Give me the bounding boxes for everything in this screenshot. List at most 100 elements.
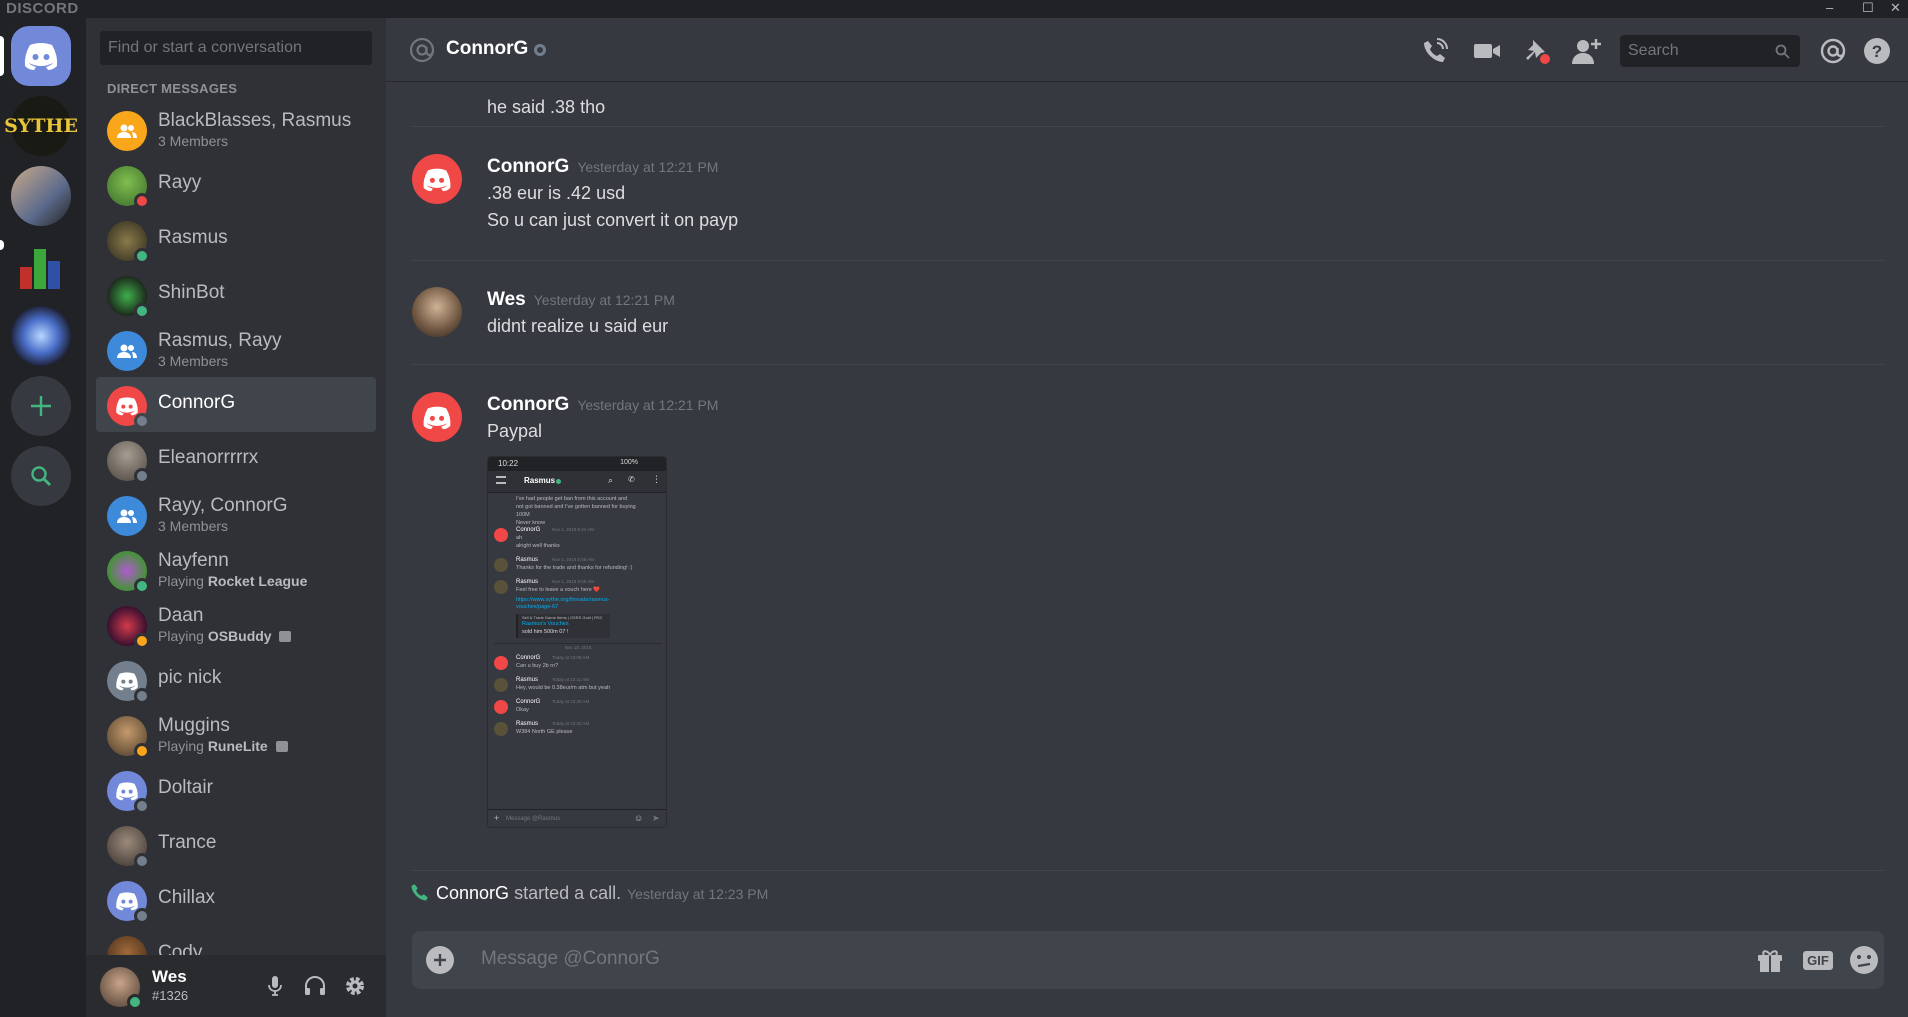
close-button[interactable]: ✕ [1890, 0, 1901, 16]
message-author[interactable]: ConnorG Yesterday at 12:21 PM [487, 394, 718, 416]
avatar [107, 551, 150, 594]
phone-avatar [494, 656, 508, 670]
dm-item[interactable]: Rayy, ConnorG 3 Members [96, 487, 376, 542]
dm-item[interactable]: Eleanorrrrrx [96, 432, 376, 487]
server-list: SYTHE [0, 18, 86, 1017]
dm-subtitle: 3 Members [158, 133, 229, 149]
user-settings-button[interactable] [342, 973, 368, 999]
dm-item[interactable]: Nayfenn Playing Rocket League [96, 542, 376, 597]
dm-name: Chillax [158, 887, 216, 908]
dm-item[interactable]: Rasmus [96, 212, 376, 267]
dm-item[interactable]: Chillax [96, 872, 376, 927]
phone-text: Thanks for the trade and thanks for refu… [516, 565, 633, 571]
message-avatar[interactable] [412, 392, 462, 442]
gear-icon [346, 977, 364, 995]
dm-item[interactable]: Doltair [96, 762, 376, 817]
dm-item[interactable]: Rayy [96, 157, 376, 212]
dm-item[interactable]: ShinBot [96, 267, 376, 322]
dm-name: Rayy, ConnorG [158, 495, 288, 516]
dm-item[interactable]: Rasmus, Rayy 3 Members [96, 322, 376, 377]
minimize-button[interactable]: ‒ [1826, 0, 1833, 15]
server-3[interactable] [11, 166, 71, 226]
phone-text: ah [516, 535, 523, 541]
plus-icon [31, 396, 51, 416]
user-panel: Wes #1326 [86, 955, 386, 1017]
avatar [107, 166, 150, 209]
home-button[interactable] [11, 26, 71, 86]
add-friend-to-dm-button[interactable] [1572, 36, 1602, 66]
dm-name: ShinBot [158, 282, 225, 303]
dm-activity: Playing OSBuddy [158, 628, 292, 644]
find-conversation-input[interactable]: Find or start a conversation [100, 31, 372, 65]
message-timestamp: Yesterday at 12:21 PM [577, 397, 719, 413]
dm-item[interactable]: Daan Playing OSBuddy [96, 597, 376, 652]
plus-icon [434, 954, 446, 966]
group-avatar [107, 111, 147, 151]
microphone-icon [268, 976, 282, 996]
dm-item[interactable]: Muggins Playing RuneLite [96, 707, 376, 762]
image-attachment[interactable]: 10:22 100% Rasmus ⌕ ✆ ⋮ I've had people … [487, 456, 667, 828]
gif-button[interactable]: GIF [1802, 944, 1834, 976]
emoji-icon [1850, 946, 1878, 974]
phone-avatar [494, 580, 508, 594]
online-status-icon [134, 248, 150, 264]
message-avatar[interactable] [412, 154, 462, 204]
phone-time: Today at 10:08 AM [552, 655, 590, 660]
help-button[interactable]: ? [1862, 36, 1892, 66]
dnd-status-icon [134, 193, 150, 209]
app-brand: DISCORD [6, 0, 79, 17]
mentions-button[interactable] [1818, 36, 1848, 66]
start-video-call-button[interactable] [1472, 36, 1502, 66]
mute-button[interactable] [262, 973, 288, 999]
phone-avatar [494, 700, 508, 714]
phone-text: W384 North GE please [516, 729, 573, 735]
message-divider [412, 260, 1884, 261]
server-5[interactable] [11, 306, 71, 366]
upload-button[interactable] [426, 946, 454, 974]
phone-text: Hey, would be 0.38eur/m atm but yeah [516, 685, 611, 691]
phone-author: Rasmus [516, 677, 539, 683]
user-avatar[interactable] [100, 967, 143, 1010]
deafen-button[interactable] [302, 973, 328, 999]
message-author[interactable]: Wes Yesterday at 12:21 PM [487, 289, 675, 311]
phone-composer: + Message @Rasmus ☺ ➤ [488, 809, 666, 827]
message-divider [412, 364, 1884, 365]
phone-text: Can u buy 2b rn? [516, 663, 559, 669]
add-server-button[interactable] [11, 376, 71, 436]
server-4[interactable] [11, 236, 71, 296]
phone-call-icon [1424, 38, 1448, 62]
avatar [107, 716, 150, 759]
server-sythe[interactable]: SYTHE [4, 96, 78, 156]
phone-time: Today at 10:20 AM [552, 721, 590, 726]
message-timestamp: Yesterday at 12:21 PM [577, 159, 719, 175]
dm-item[interactable]: BlackBlasses, Rasmus 3 Members [96, 102, 376, 157]
dm-item[interactable]: Trance [96, 817, 376, 872]
call-author[interactable]: ConnorG [436, 883, 509, 903]
avatar [107, 661, 150, 704]
explore-servers-button[interactable] [11, 446, 71, 506]
maximize-button[interactable]: ☐ [1862, 0, 1874, 16]
discord-logo-icon [116, 397, 138, 416]
message-author[interactable]: ConnorG Yesterday at 12:21 PM [487, 156, 718, 178]
message-avatar[interactable] [412, 287, 462, 337]
dm-item[interactable]: Cody [96, 927, 376, 958]
message-list: he said .38 tho ConnorG Yesterday at 12:2… [386, 82, 1908, 918]
dm-subtitle: 3 Members [158, 353, 229, 369]
start-voice-call-button[interactable] [1420, 36, 1450, 66]
dm-name: Trance [158, 832, 217, 853]
message-content: So u can just convert it on payp [487, 210, 739, 230]
avatar [107, 606, 150, 649]
chat-area: ConnorG Search ? he said .38 tho ConnorG… [386, 18, 1908, 1017]
dm-item-connorg[interactable]: ConnorG [96, 377, 376, 432]
message-composer[interactable]: Message @ConnorG GIF [412, 931, 1884, 989]
offline-status-icon [534, 44, 546, 56]
dm-name: Nayfenn [158, 550, 229, 571]
header-search-input[interactable]: Search [1620, 35, 1800, 67]
emoji-button[interactable] [1848, 944, 1880, 976]
chart-logo-icon [20, 249, 60, 289]
message-input[interactable]: Message @ConnorG [481, 948, 660, 970]
dm-item[interactable]: pic nick [96, 652, 376, 707]
pinned-messages-button[interactable] [1522, 36, 1552, 66]
gift-button[interactable] [1754, 944, 1786, 976]
avatar [107, 221, 150, 264]
